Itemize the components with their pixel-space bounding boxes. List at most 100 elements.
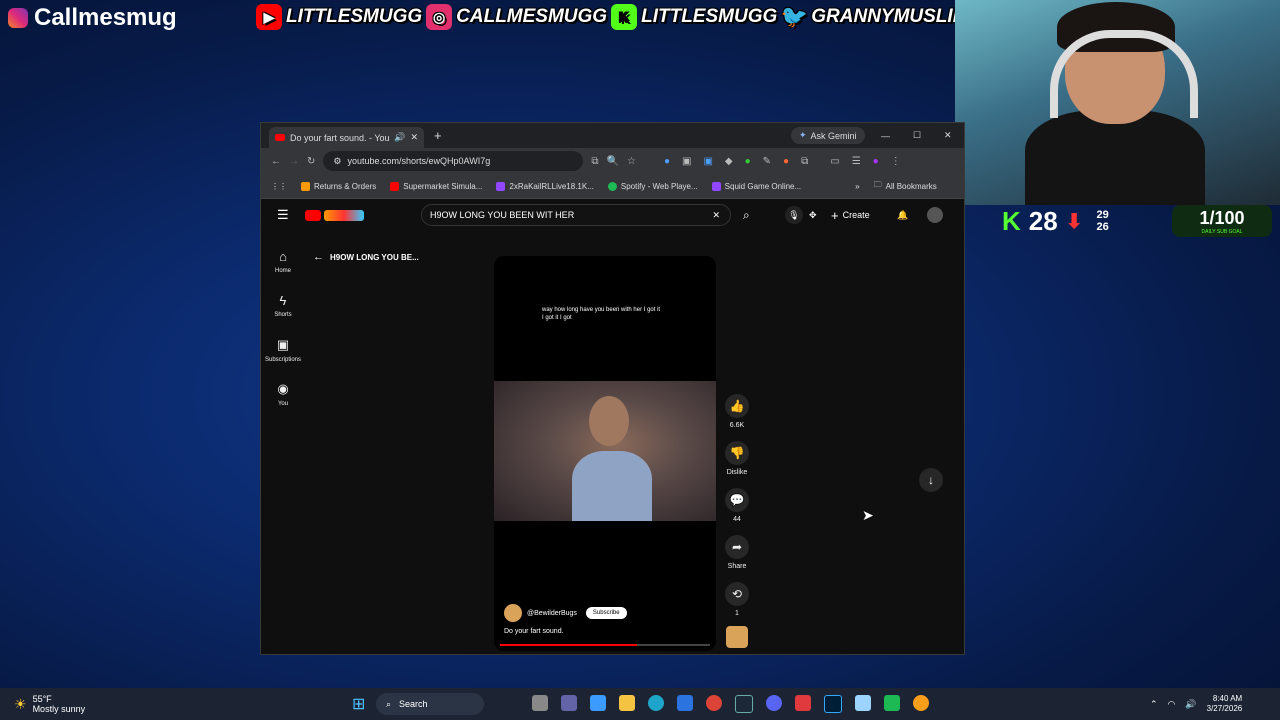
discord-icon[interactable] bbox=[766, 695, 782, 711]
bookmark-item[interactable]: Squid Game Online... bbox=[711, 181, 801, 191]
close-tab-icon[interactable]: ✕ bbox=[410, 132, 418, 143]
search-button-icon[interactable]: ⌕ bbox=[743, 208, 750, 223]
search-field[interactable]: H9OW LONG YOU BEEN WIT HER ✕ bbox=[421, 204, 731, 226]
nav-subscriptions[interactable]: ▣ Subscriptions bbox=[261, 337, 305, 363]
wifi-icon[interactable]: ◠ bbox=[1168, 699, 1176, 710]
extension-icon[interactable]: ▣ bbox=[703, 156, 712, 167]
weather-widget[interactable]: ☀ 55°F Mostly sunny bbox=[14, 694, 85, 714]
like-action[interactable]: 👍 6.6K bbox=[723, 394, 751, 429]
copilot-icon[interactable] bbox=[590, 695, 606, 711]
notifications-icon[interactable]: 🔔 bbox=[897, 210, 908, 221]
extension-icon[interactable]: ● bbox=[783, 156, 789, 167]
store-icon[interactable] bbox=[677, 695, 693, 711]
subscribe-button[interactable]: Subscribe bbox=[585, 607, 627, 619]
file-explorer-icon[interactable] bbox=[619, 695, 635, 711]
share-icon: ➦ bbox=[725, 535, 749, 559]
url-field[interactable]: ⚙ youtube.com/shorts/ewQHp0AWI7g bbox=[323, 151, 584, 171]
channel-header: Callmesmug bbox=[8, 4, 177, 32]
taskbar-apps bbox=[532, 695, 929, 713]
nav-you[interactable]: ◉ You bbox=[261, 381, 305, 407]
extensions-area: ● ▣ ▣ ◆ ● ✎ ● ⧉ ▭ ☰ ● ⋮ bbox=[664, 156, 901, 167]
apps-icon[interactable]: ⋮⋮ bbox=[271, 182, 287, 191]
remix-icon: ⟲ bbox=[725, 582, 749, 606]
back-icon[interactable]: ← bbox=[271, 156, 281, 167]
weather-desc: Mostly sunny bbox=[32, 704, 86, 714]
channel-row: @BewilderBugs Subscribe bbox=[504, 604, 627, 622]
edge-icon[interactable] bbox=[648, 695, 664, 711]
more-bookmarks-icon[interactable]: » bbox=[855, 182, 859, 191]
chevron-up-icon[interactable]: ⌃ bbox=[1150, 699, 1158, 710]
bookmark-item[interactable]: Spotify - Web Playe... bbox=[607, 181, 698, 191]
notepad-icon[interactable] bbox=[855, 695, 871, 711]
adobe-icon[interactable] bbox=[795, 695, 811, 711]
video-caption: way how long have you been with her I go… bbox=[542, 307, 661, 321]
share-action[interactable]: ➦ Share bbox=[723, 535, 751, 570]
taskbar-search-placeholder: Search bbox=[399, 699, 428, 709]
clock[interactable]: 8:40 AM 3/27/2026 bbox=[1207, 694, 1243, 714]
maximize-button[interactable]: ☐ bbox=[913, 130, 921, 141]
extension-icon[interactable]: ◆ bbox=[725, 156, 733, 167]
taskbar-search[interactable]: ⌕ Search bbox=[376, 693, 484, 715]
bookmark-item[interactable]: Supermarket Simula... bbox=[390, 181, 482, 191]
remix-action[interactable]: ⟲ 1 bbox=[723, 582, 751, 617]
clear-search-icon[interactable]: ✕ bbox=[712, 210, 720, 221]
steam-icon[interactable] bbox=[735, 695, 753, 713]
nav-home[interactable]: ⌂ Home bbox=[261, 249, 305, 274]
extension-icon[interactable]: ● bbox=[664, 156, 670, 167]
volume-icon[interactable]: 🔊 bbox=[1185, 699, 1196, 710]
instagram-icon bbox=[8, 8, 28, 28]
hamburger-menu-icon[interactable]: ☰ bbox=[277, 207, 289, 223]
close-window-button[interactable]: ✕ bbox=[944, 130, 952, 141]
ask-gemini-button[interactable]: ✦ Ask Gemini bbox=[791, 127, 865, 144]
social-handle-youtube: LITTLESMUGG bbox=[286, 6, 423, 27]
new-tab-button[interactable]: + bbox=[434, 128, 442, 143]
sound-thumbnail[interactable] bbox=[726, 626, 748, 648]
thumbs-up-icon: 👍 bbox=[725, 394, 749, 418]
chrome-icon[interactable] bbox=[706, 695, 722, 711]
star-icon[interactable]: ☆ bbox=[627, 156, 636, 167]
bookmark-item[interactable]: 2xRaKailRLLive18.1K... bbox=[496, 181, 594, 191]
active-tab[interactable]: Do your fart sound. - YouTu 🔊 ✕ bbox=[269, 127, 424, 148]
reading-list-icon[interactable]: ☰ bbox=[852, 156, 861, 167]
extension-icon[interactable]: ● bbox=[745, 156, 751, 167]
extension-icon[interactable]: ✎ bbox=[763, 156, 771, 167]
search-back-bar[interactable]: ← H9OW LONG YOU BE... bbox=[313, 251, 419, 263]
menu-icon[interactable]: ⋮ bbox=[891, 156, 901, 167]
zoom-icon[interactable]: 🔍 bbox=[607, 156, 619, 167]
puzzle-icon[interactable]: ⧉ bbox=[801, 156, 808, 167]
search-input[interactable]: H9OW LONG YOU BEEN WIT HER bbox=[430, 210, 712, 220]
minimize-button[interactable]: — bbox=[881, 131, 890, 141]
youtube-logo[interactable] bbox=[305, 209, 364, 221]
photoshop-icon[interactable] bbox=[824, 695, 842, 713]
progress-track[interactable] bbox=[500, 644, 710, 646]
reload-icon[interactable]: ↻ bbox=[307, 156, 315, 167]
channel-handle[interactable]: @BewilderBugs bbox=[527, 610, 577, 617]
all-bookmarks-button[interactable]: 🗀 All Bookmarks bbox=[874, 179, 937, 193]
search-query-title: H9OW LONG YOU BE... bbox=[330, 252, 419, 262]
video-title[interactable]: Do your fart sound. bbox=[504, 628, 564, 635]
home-icon: ⌂ bbox=[279, 249, 287, 264]
extension-icon[interactable]: ▣ bbox=[682, 156, 691, 167]
bookmark-item[interactable]: Returns & Orders bbox=[301, 181, 376, 191]
folder-icon: 🗀 bbox=[873, 180, 882, 189]
share-label: Share bbox=[727, 563, 747, 570]
dislike-action[interactable]: 👎 Dislike bbox=[723, 441, 751, 476]
comments-action[interactable]: 💬 44 bbox=[723, 488, 751, 523]
mic-icon[interactable]: 🎙 bbox=[785, 206, 803, 224]
gemini-chat-icon[interactable]: ✥ bbox=[809, 210, 817, 221]
sidebar-icon[interactable]: ▭ bbox=[830, 156, 839, 167]
nav-shorts[interactable]: ϟ Shorts bbox=[261, 293, 305, 318]
overwatch-icon[interactable] bbox=[913, 695, 929, 711]
windows-start-icon[interactable]: ⊞ bbox=[352, 694, 365, 714]
short-video-player[interactable]: way how long have you been with her I go… bbox=[494, 256, 716, 651]
cast-icon[interactable]: ⧉ bbox=[591, 156, 598, 167]
spotify-icon[interactable] bbox=[884, 695, 900, 711]
forward-icon[interactable]: → bbox=[289, 156, 299, 167]
teams-icon[interactable] bbox=[561, 695, 577, 711]
create-button[interactable]: + Create bbox=[831, 208, 870, 223]
task-view-icon[interactable] bbox=[532, 695, 548, 711]
profile-icon[interactable]: ● bbox=[873, 156, 879, 167]
next-video-button[interactable]: ↓ bbox=[919, 468, 943, 492]
channel-avatar[interactable] bbox=[504, 604, 522, 622]
avatar[interactable] bbox=[927, 207, 943, 223]
